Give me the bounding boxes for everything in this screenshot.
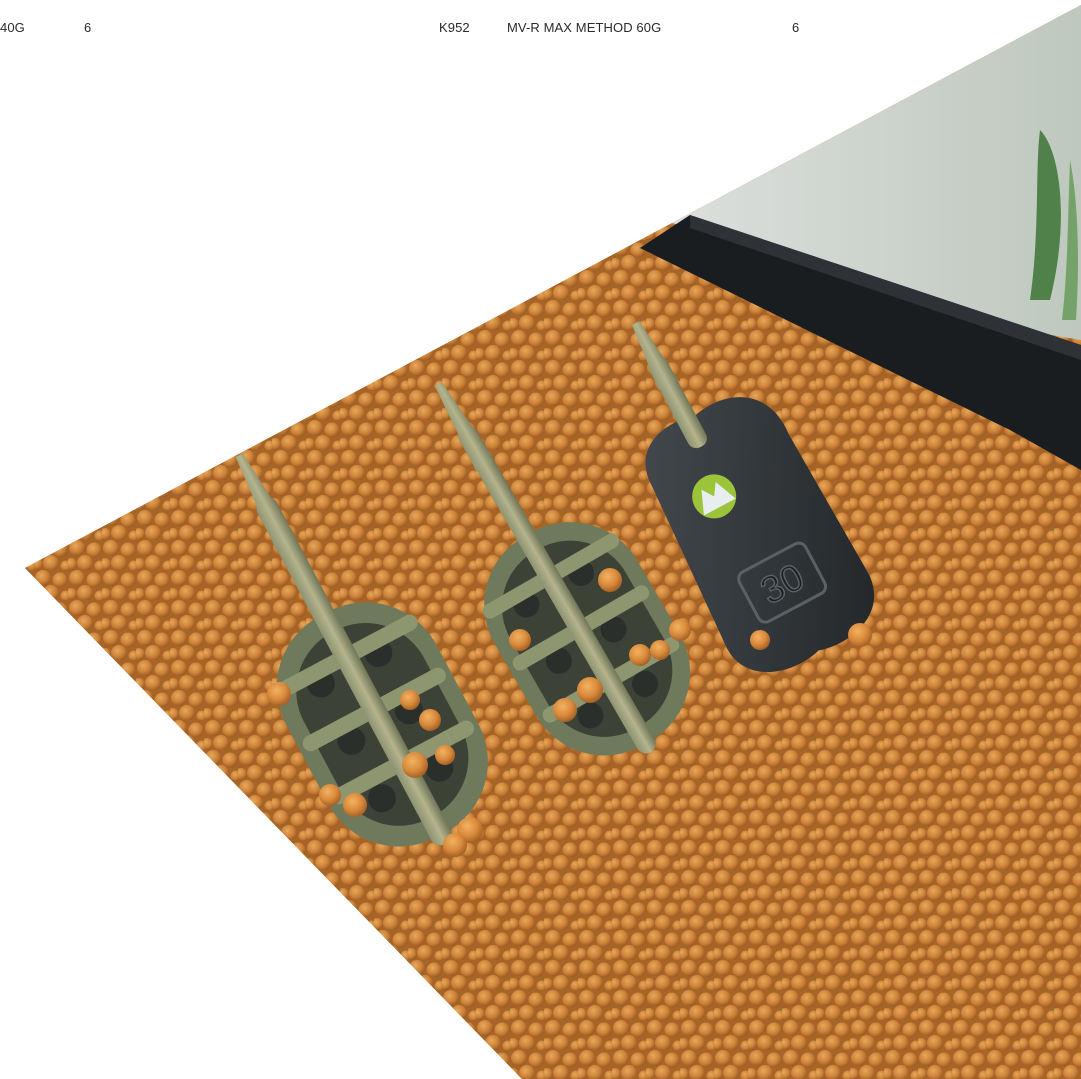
product-photo: 30 <box>25 5 1081 1079</box>
page: 40G 6 K952 MV-R MAX METHOD 60G 6 30 <box>0 0 1081 1079</box>
